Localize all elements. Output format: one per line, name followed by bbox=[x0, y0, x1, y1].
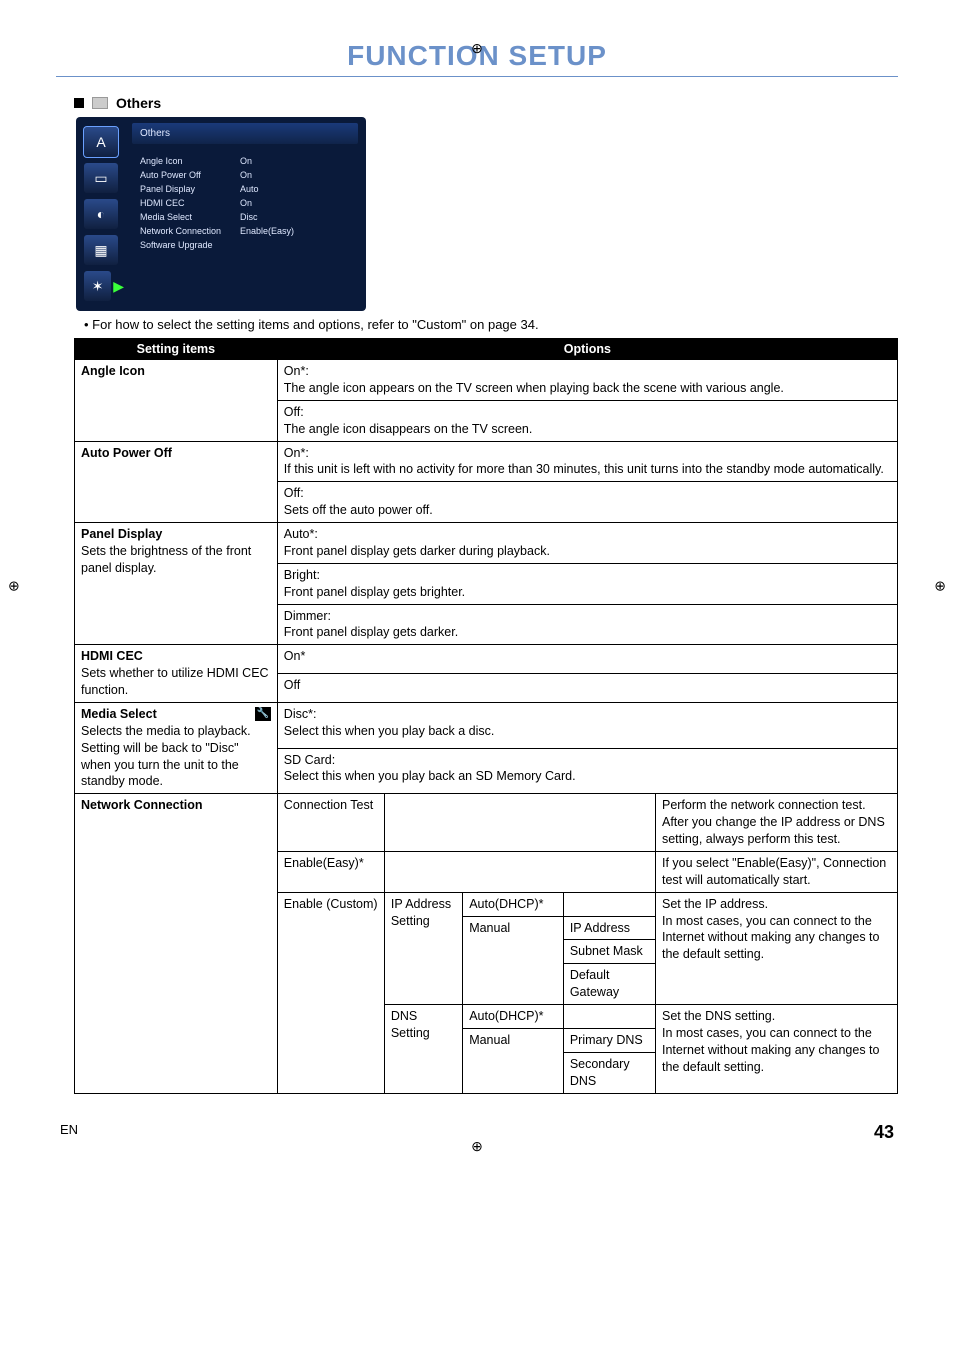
setting-media-select-disc: Disc*: Select this when you play back a … bbox=[277, 702, 897, 748]
network-subnet-mask: Subnet Mask bbox=[563, 940, 655, 964]
setting-auto-power-off-label: Auto Power Off bbox=[75, 441, 278, 523]
setting-auto-power-off-on: On*: If this unit is left with no activi… bbox=[277, 441, 897, 482]
section-heading-text: Others bbox=[116, 95, 161, 111]
network-secondary-dns: Secondary DNS bbox=[563, 1052, 655, 1093]
osd-icon-others: ✶ bbox=[84, 271, 111, 301]
osd-row-value: On bbox=[240, 156, 252, 166]
osd-row-label: HDMI CEC bbox=[140, 198, 240, 208]
bullet-square-icon bbox=[74, 98, 84, 108]
network-enable-easy-desc: If you select "Enable(Easy)", Connection… bbox=[655, 851, 897, 892]
setting-angle-icon-on: On*: The angle icon appears on the TV sc… bbox=[277, 360, 897, 401]
setting-panel-display-bright: Bright: Front panel display gets brighte… bbox=[277, 563, 897, 604]
network-primary-dns: Primary DNS bbox=[563, 1028, 655, 1052]
settings-table: Setting items Options Angle Icon On*: Th… bbox=[74, 338, 898, 1094]
osd-icon-video: ▭ bbox=[84, 163, 118, 193]
print-registration-mark-bottom: ⊕ bbox=[471, 1138, 483, 1155]
setting-panel-display-label: Panel Display Sets the brightness of the… bbox=[75, 523, 278, 645]
network-dns-auto: Auto(DHCP)* bbox=[463, 1005, 564, 1029]
osd-icon-parental: ▦ bbox=[84, 235, 118, 265]
network-ip-desc: Set the IP address. In most cases, you c… bbox=[655, 892, 897, 1004]
setting-network-label: Network Connection bbox=[75, 794, 278, 1093]
osd-row-label: Network Connection bbox=[140, 226, 240, 236]
setting-panel-display-dimmer: Dimmer: Front panel display gets darker. bbox=[277, 604, 897, 645]
setting-angle-icon-label: Angle Icon bbox=[75, 360, 278, 442]
network-dns-setting-label: DNS Setting bbox=[384, 1005, 462, 1094]
tools-icon bbox=[92, 97, 108, 109]
network-enable-custom-label: Enable (Custom) bbox=[277, 892, 384, 1093]
table-head-options: Options bbox=[277, 339, 897, 360]
osd-icon-audio: ◐ bbox=[84, 199, 118, 229]
network-dns-desc: Set the DNS setting. In most cases, you … bbox=[655, 1005, 897, 1094]
osd-arrow-right-icon: ▶ bbox=[113, 278, 124, 295]
wrench-icon: 🔧 bbox=[255, 707, 271, 721]
network-dns-manual: Manual bbox=[463, 1028, 564, 1093]
osd-row-value: On bbox=[240, 198, 252, 208]
osd-screenshot: A ▭ ◐ ▦ ✶ ▶ Others Angle IconOn Auto Pow… bbox=[76, 117, 366, 311]
footer-page-number: 43 bbox=[874, 1122, 894, 1143]
setting-hdmi-cec-label: HDMI CEC Sets whether to utilize HDMI CE… bbox=[75, 645, 278, 703]
network-conn-test-desc: Perform the network connection test. Aft… bbox=[655, 794, 897, 852]
osd-row-label: Angle Icon bbox=[140, 156, 240, 166]
osd-row-label: Software Upgrade bbox=[140, 240, 240, 250]
print-registration-mark-top: ⊕ bbox=[471, 40, 483, 57]
print-registration-mark-left: ⊕ bbox=[8, 578, 20, 595]
osd-row-value: Disc bbox=[240, 212, 258, 222]
osd-row-label: Auto Power Off bbox=[140, 170, 240, 180]
osd-row-value: On bbox=[240, 170, 252, 180]
setting-hdmi-cec-off: Off bbox=[277, 674, 897, 703]
osd-row-label: Media Select bbox=[140, 212, 240, 222]
network-conn-test-label: Connection Test bbox=[277, 794, 384, 852]
network-default-gateway: Default Gateway bbox=[563, 964, 655, 1005]
print-registration-mark-right: ⊕ bbox=[934, 578, 946, 595]
network-ip-auto: Auto(DHCP)* bbox=[463, 892, 564, 916]
setting-auto-power-off-off: Off: Sets off the auto power off. bbox=[277, 482, 897, 523]
osd-panel-header: Others bbox=[132, 123, 358, 144]
network-enable-easy-label: Enable(Easy)* bbox=[277, 851, 384, 892]
network-ip-setting-label: IP Address Setting bbox=[384, 892, 462, 1004]
setting-hdmi-cec-on: On* bbox=[277, 645, 897, 674]
network-ip-manual: Manual bbox=[463, 916, 564, 1005]
setting-media-select-label: Media Select 🔧 Selects the media to play… bbox=[75, 702, 278, 793]
osd-row-value: Enable(Easy) bbox=[240, 226, 294, 236]
setting-media-select-sd: SD Card: Select this when you play back … bbox=[277, 748, 897, 794]
setting-panel-display-auto: Auto*: Front panel display gets darker d… bbox=[277, 523, 897, 564]
osd-sidebar: A ▭ ◐ ▦ ✶ ▶ bbox=[84, 123, 124, 301]
section-heading: Others bbox=[74, 95, 898, 111]
network-ip-address: IP Address bbox=[563, 916, 655, 940]
osd-icon-language: A bbox=[84, 127, 118, 157]
osd-row-value: Auto bbox=[240, 184, 259, 194]
osd-row-label: Panel Display bbox=[140, 184, 240, 194]
footer-language: EN bbox=[60, 1122, 78, 1143]
table-head-setting: Setting items bbox=[75, 339, 278, 360]
note-text: • For how to select the setting items an… bbox=[84, 317, 898, 332]
setting-angle-icon-off: Off: The angle icon disappears on the TV… bbox=[277, 400, 897, 441]
osd-main-panel: Others Angle IconOn Auto Power OffOn Pan… bbox=[132, 123, 358, 301]
